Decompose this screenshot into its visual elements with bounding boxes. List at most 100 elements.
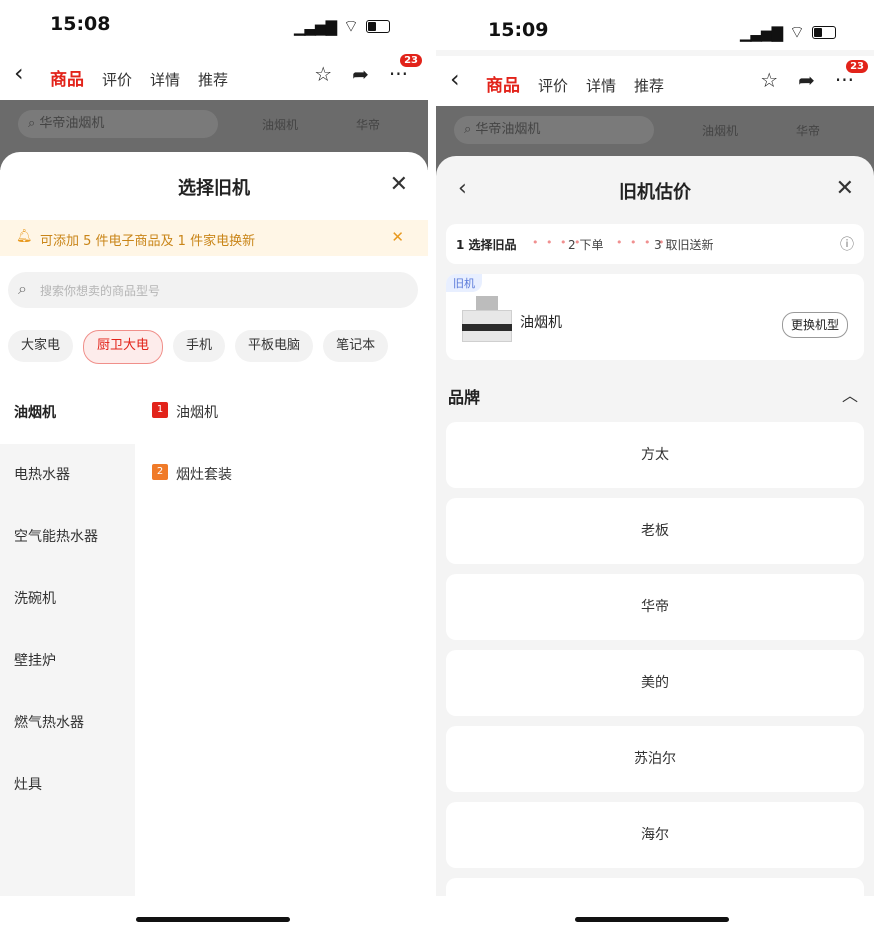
step-order: 2 下单 [568, 238, 604, 252]
chip-laptop[interactable]: 笔记本 [323, 330, 389, 362]
nav-tabs: 商品 评价 详情 推荐 [50, 65, 228, 90]
status-bar: 15:09 ▁▃▅▇ ⌔ [436, 0, 874, 50]
tab-recommend[interactable]: 推荐 [198, 69, 228, 90]
brand-list: 方太 老板 华帝 美的 苏泊尔 海尔 [446, 422, 864, 952]
left-screen: 15:08 ▁▃▅▇ ⌔ ‹ 商品 评价 详情 推荐 ☆ ➦ ··· 23 ⌕ … [0, 0, 428, 952]
brand-item-haier[interactable]: 海尔 [446, 802, 864, 868]
search-icon: ⌕ [18, 279, 27, 298]
background-search: ⌕ 华帝油烟机 [454, 116, 654, 144]
category-item-gas-heater[interactable]: 燃气热水器 [0, 692, 135, 754]
wifi-icon: ⌔ [343, 17, 359, 37]
background-chip: 油烟机 [702, 124, 739, 138]
home-indicator[interactable] [136, 917, 290, 922]
select-old-device-sheet: 选择旧机 ✕ 🔔︎ 可添加 5 件电子商品及 1 件家电换新 ✕ ⌕ 大家电 厨… [0, 152, 428, 952]
brand-item-supor[interactable]: 苏泊尔 [446, 726, 864, 792]
subcategory-label: 油烟机 [176, 405, 218, 421]
status-icons: ▁▃▅▇ ⌔ [740, 22, 836, 43]
brand-title: 品牌 [448, 388, 481, 407]
nav-tabs: 商品 评价 详情 推荐 [486, 71, 664, 96]
category-item-stove[interactable]: 灶具 [0, 754, 135, 816]
status-bar: 15:08 ▁▃▅▇ ⌔ [0, 0, 428, 50]
home-indicator-area [0, 896, 428, 952]
subcategory-item[interactable]: 2 烟灶套装 [152, 464, 232, 526]
status-time: 15:08 [50, 13, 111, 35]
notice-text: 可添加 5 件电子商品及 1 件家电换新 [40, 234, 256, 249]
step-select-old: 1 选择旧品 [456, 238, 517, 252]
category-item-dishwasher[interactable]: 洗碗机 [0, 568, 135, 630]
notice-bar: 🔔︎ 可添加 5 件电子商品及 1 件家电换新 ✕ [0, 220, 428, 256]
old-device-name: 油烟机 [520, 315, 562, 331]
close-icon[interactable]: ✕ [390, 172, 408, 197]
more-button[interactable]: ··· 23 [389, 54, 422, 86]
rank-badge: 1 [152, 402, 168, 418]
share-icon[interactable]: ➦ [352, 62, 369, 86]
brand-section-header[interactable]: 品牌 ︿ [448, 384, 862, 408]
category-item-range-hood[interactable]: 油烟机 [0, 382, 135, 444]
trade-in-valuation-sheet: ‹ 旧机估价 ✕ 1 选择旧品 • • • • 2 下单 • • • • 3 取… [436, 156, 874, 952]
more-button[interactable]: ··· 23 [835, 60, 868, 92]
tab-product[interactable]: 商品 [486, 71, 520, 96]
chip-kitchen-bath[interactable]: 厨卫大电 [83, 330, 164, 364]
tab-recommend[interactable]: 推荐 [634, 75, 664, 96]
share-icon[interactable]: ➦ [798, 68, 815, 92]
close-icon[interactable]: ✕ [836, 176, 854, 201]
sheet-title: 选择旧机 [178, 178, 250, 199]
search-bar: ⌕ [8, 272, 418, 310]
category-item-boiler[interactable]: 壁挂炉 [0, 630, 135, 692]
rank-badge: 2 [152, 464, 168, 480]
brand-item-midea[interactable]: 美的 [446, 650, 864, 716]
back-icon[interactable]: ‹ [14, 59, 24, 87]
star-icon[interactable]: ☆ [314, 62, 332, 86]
background-chip: 华帝 [356, 118, 381, 132]
info-icon[interactable]: ⓘ [840, 234, 854, 254]
right-screen: 15:09 ▁▃▅▇ ⌔ ‹ 商品 评价 详情 推荐 ☆ ➦ ··· 23 ⌕ … [436, 0, 874, 952]
chip-major-appliance[interactable]: 大家电 [8, 330, 74, 362]
old-device-card: 旧机 油烟机 更换机型 [446, 274, 864, 360]
message-badge: 23 [400, 54, 422, 67]
back-icon[interactable]: ‹ [450, 65, 460, 93]
tab-reviews[interactable]: 评价 [538, 75, 568, 96]
background-chip: 华帝 [796, 124, 821, 138]
background-chip: 油烟机 [262, 118, 299, 132]
product-navbar: ‹ 商品 评价 详情 推荐 ☆ ➦ ··· 23 [436, 56, 874, 106]
background-search: ⌕ 华帝油烟机 [18, 110, 218, 138]
wifi-icon: ⌔ [789, 23, 805, 43]
home-indicator-area [436, 896, 874, 952]
subcategory-item[interactable]: 1 油烟机 [152, 402, 232, 464]
battery-icon [366, 20, 390, 33]
notice-close-icon[interactable]: ✕ [391, 228, 404, 246]
tab-details[interactable]: 详情 [586, 75, 616, 96]
signal-icon: ▁▃▅▇ [293, 17, 337, 36]
chip-phone[interactable]: 手机 [173, 330, 226, 362]
step-pickup-deliver: 3 取旧送新 [654, 238, 714, 252]
change-model-button[interactable]: 更换机型 [781, 312, 848, 338]
tab-details[interactable]: 详情 [150, 69, 180, 90]
message-badge: 23 [846, 60, 868, 73]
category-chips: 大家电 厨卫大电 手机 平板电脑 笔记本 [8, 330, 389, 364]
status-icons: ▁▃▅▇ ⌔ [294, 16, 390, 37]
brand-item-robam[interactable]: 老板 [446, 498, 864, 564]
category-item-heat-pump[interactable]: 空气能热水器 [0, 506, 135, 568]
subcategory-label: 烟灶套装 [176, 467, 232, 483]
battery-icon [812, 26, 836, 39]
chip-tablet[interactable]: 平板电脑 [235, 330, 314, 362]
sheet-title: 旧机估价 [619, 182, 691, 203]
old-device-tag: 旧机 [446, 274, 482, 292]
bell-icon: 🔔︎ [16, 229, 33, 244]
home-indicator[interactable] [575, 917, 729, 922]
progress-steps: 1 选择旧品 • • • • 2 下单 • • • • 3 取旧送新 ⓘ [446, 224, 864, 264]
subcategory-list: 1 油烟机 2 烟灶套装 [152, 402, 232, 526]
search-input[interactable] [38, 272, 362, 310]
brand-item-vatti[interactable]: 华帝 [446, 574, 864, 640]
status-time: 15:09 [488, 19, 549, 41]
tab-reviews[interactable]: 评价 [102, 69, 132, 90]
category-item-water-heater[interactable]: 电热水器 [0, 444, 135, 506]
nav-icons: ☆ ➦ ··· 23 [314, 54, 422, 86]
signal-icon: ▁▃▅▇ [739, 23, 783, 42]
brand-item-fotile[interactable]: 方太 [446, 422, 864, 488]
product-navbar: ‹ 商品 评价 详情 推荐 ☆ ➦ ··· 23 [0, 50, 428, 100]
star-icon[interactable]: ☆ [760, 68, 778, 92]
tab-product[interactable]: 商品 [50, 65, 84, 90]
range-hood-image [462, 296, 512, 342]
chevron-up-icon[interactable]: ︿ [842, 382, 858, 406]
